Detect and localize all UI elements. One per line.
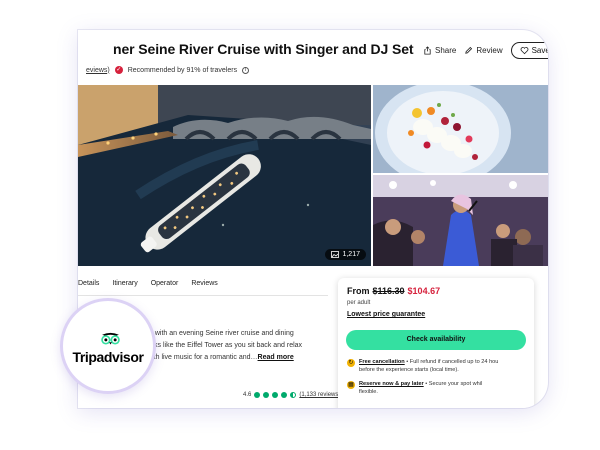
tab-reviews[interactable]: Reviews [191,280,217,287]
river-cruise-photo [78,85,371,266]
price-from: From [347,286,370,296]
review-count-link[interactable]: (1,133 reviews) [299,392,340,398]
rating-half-dot-icon [290,392,297,398]
stage: ner Seine River Cruise with Singer and D… [0,0,600,450]
feature-text: flexible. [359,389,378,395]
review-button[interactable]: Review [464,46,503,55]
dessert-plate-photo [373,85,548,173]
photo-count: 1,217 [342,251,360,258]
save-label: Save [531,46,548,55]
tab-operator[interactable]: Operator [151,280,179,287]
tab-divider [78,295,328,296]
owl-logo-icon [101,332,120,345]
review-summary-row: eviews) ✓ Recommended by 91% of traveler… [86,66,250,74]
feature-title[interactable]: Reserve now & pay later [359,381,424,387]
review-label: Review [476,46,503,55]
rating-dot-icon [263,392,270,398]
price-unit: per adult [347,300,371,306]
feature-title[interactable]: Free cancellation [359,359,405,365]
tab-itinerary[interactable]: Itinerary [112,280,137,287]
tab-details[interactable]: Details [78,280,99,287]
booking-panel: From $116.30 $104.67 per adult Lowest pr… [338,278,534,408]
singer-photo[interactable] [373,175,548,266]
feature-text: before the experience starts (local time… [359,367,459,373]
photo-count-badge[interactable]: 1,217 [325,249,366,260]
reviews-link[interactable]: eviews) [86,67,110,74]
feature-text: • Secure your spot whil [425,381,483,387]
calendar-icon: ▦ [347,381,355,389]
rating-dot-icon [281,392,288,398]
rating-score: 4.6 [243,392,252,398]
rating-row: 4.6 (1,133 reviews) [243,392,340,398]
info-icon[interactable]: i [242,66,250,74]
main-photo[interactable]: 1,217 [78,85,371,266]
tripadvisor-wordmark: Tripadvisor [72,349,144,365]
feature-free-cancellation: ↻ Free cancellation • Full refund if can… [347,358,527,374]
check-badge-icon: ✓ [114,66,123,74]
detail-tabs: Details Itinerary Operator Reviews [78,280,218,287]
check-availability-button[interactable]: Check availability [346,330,526,350]
feature-text: • Full refund if cancelled up to 24 hou [406,359,499,365]
share-label: Share [435,46,457,55]
image-icon [331,251,340,258]
pencil-icon [465,46,473,54]
share-icon [424,46,431,55]
rating-dot-icon [254,392,261,398]
refund-icon: ↻ [347,359,355,367]
feature-reserve-now: ▦ Reserve now & pay later • Secure your … [347,380,527,396]
original-price: $116.30 [372,286,405,296]
heart-icon [520,47,528,55]
rating-dot-icon [272,392,279,398]
singer-performance-photo [373,175,548,266]
save-button[interactable]: Save [510,42,548,59]
recommendation-text: Recommended by 91% of travelers [127,66,238,74]
page-title: ner Seine River Cruise with Singer and D… [113,41,414,57]
tripadvisor-badge: Tripadvisor [60,298,156,394]
lowest-price-link[interactable]: Lowest price guarantee [347,311,425,318]
read-more-link[interactable]: Read more [258,354,294,361]
food-photo[interactable] [373,85,548,173]
description-line: ll with live music for a romantic and [142,354,251,361]
share-button[interactable]: Share [423,46,456,55]
sale-price: $104.67 [407,286,441,296]
price-row: From $116.30 $104.67 [347,286,440,296]
description-ellipsis: … [250,354,258,361]
action-bar: Share Review Save [423,42,548,59]
